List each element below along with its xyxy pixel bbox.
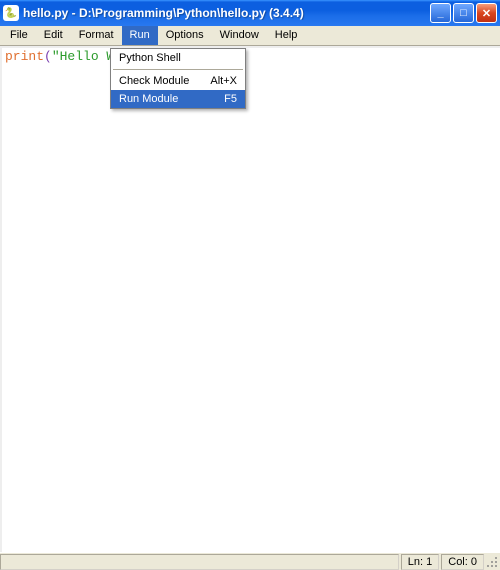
titlebar[interactable]: 🐍 hello.py - D:\Programming\Python\hello… [0, 0, 500, 26]
menu-item-shortcut: F5 [224, 93, 237, 105]
menu-format[interactable]: Format [71, 26, 122, 45]
code-paren: ( [44, 49, 52, 64]
minimize-button[interactable]: _ [430, 3, 451, 23]
menu-item-shortcut: Alt+X [210, 75, 237, 87]
minimize-icon: _ [437, 7, 443, 19]
menu-file[interactable]: File [2, 26, 36, 45]
code-string: "Hello W [52, 49, 114, 64]
menu-separator [113, 69, 243, 70]
menu-item-python-shell[interactable]: Python Shell [111, 49, 245, 67]
menu-run[interactable]: Run [122, 26, 158, 45]
status-line: Ln: 1 [401, 554, 439, 570]
menu-help[interactable]: Help [267, 26, 306, 45]
editor-area[interactable]: print("Hello W Python Shell Check Module… [0, 46, 500, 552]
window-title: hello.py - D:\Programming\Python\hello.p… [23, 6, 430, 20]
run-dropdown: Python Shell Check Module Alt+X Run Modu… [110, 48, 246, 109]
status-col: Col: 0 [441, 554, 484, 570]
close-button[interactable]: ✕ [476, 3, 497, 23]
maximize-icon: □ [460, 7, 467, 19]
menu-item-check-module[interactable]: Check Module Alt+X [111, 72, 245, 90]
close-icon: ✕ [482, 7, 491, 20]
menu-window[interactable]: Window [212, 26, 267, 45]
menu-item-label: Check Module [119, 75, 189, 87]
window-buttons: _ □ ✕ [430, 3, 497, 23]
menubar: File Edit Format Run Options Window Help [0, 26, 500, 46]
resize-grip[interactable] [486, 554, 500, 570]
menu-item-run-module[interactable]: Run Module F5 [111, 90, 245, 108]
maximize-button[interactable]: □ [453, 3, 474, 23]
menu-item-label: Python Shell [119, 52, 181, 64]
status-spacer [0, 554, 399, 570]
statusbar: Ln: 1 Col: 0 [0, 552, 500, 570]
app-icon: 🐍 [3, 5, 19, 21]
code-line[interactable]: print("Hello W [2, 48, 500, 65]
menu-options[interactable]: Options [158, 26, 212, 45]
menu-edit[interactable]: Edit [36, 26, 71, 45]
menu-item-label: Run Module [119, 93, 178, 105]
code-keyword: print [5, 49, 44, 64]
